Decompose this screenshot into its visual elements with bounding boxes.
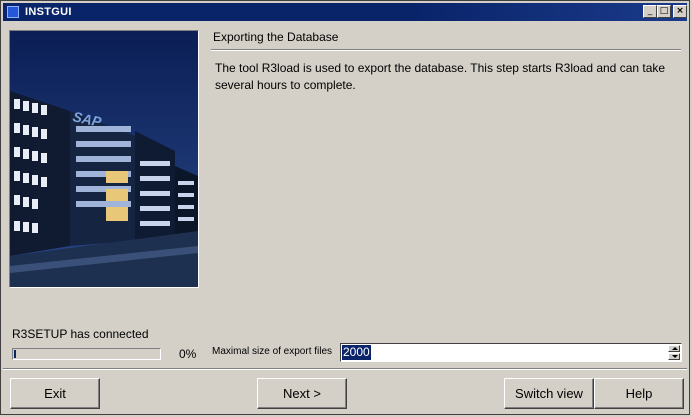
heading-divider (211, 49, 681, 51)
step-heading: Exporting the Database (213, 30, 339, 44)
next-button[interactable]: Next > (257, 378, 347, 409)
title-bar[interactable]: INSTGUI _ □ × (3, 3, 687, 21)
exit-button[interactable]: Exit (10, 378, 100, 409)
window-title: INSTGUI (25, 6, 72, 18)
progress-percent: 0% (179, 347, 197, 361)
building-photo: SAP (9, 30, 199, 288)
progress-fill (14, 350, 16, 358)
spin-down-button[interactable] (668, 353, 680, 360)
export-size-label: Maximal size of export files (212, 346, 333, 357)
spin-up-button[interactable] (668, 345, 680, 352)
app-icon (7, 6, 19, 18)
spinner-arrows (668, 345, 680, 360)
help-button[interactable]: Help (594, 378, 684, 409)
minimize-button[interactable]: _ (643, 5, 657, 18)
maximize-button[interactable]: □ (657, 5, 671, 18)
step-description: The tool R3load is used to export the da… (215, 61, 666, 92)
switch-view-button[interactable]: Switch view (504, 378, 594, 409)
close-button[interactable]: × (673, 5, 687, 18)
status-text: R3SETUP has connected (12, 327, 149, 341)
progress-bar (12, 348, 161, 360)
button-divider (3, 368, 687, 370)
export-size-input[interactable]: 2000 (342, 345, 371, 360)
installer-window: INSTGUI _ □ × SAP Exporting the Database… (0, 0, 690, 415)
export-size-spinner[interactable]: 2000 (340, 343, 682, 362)
